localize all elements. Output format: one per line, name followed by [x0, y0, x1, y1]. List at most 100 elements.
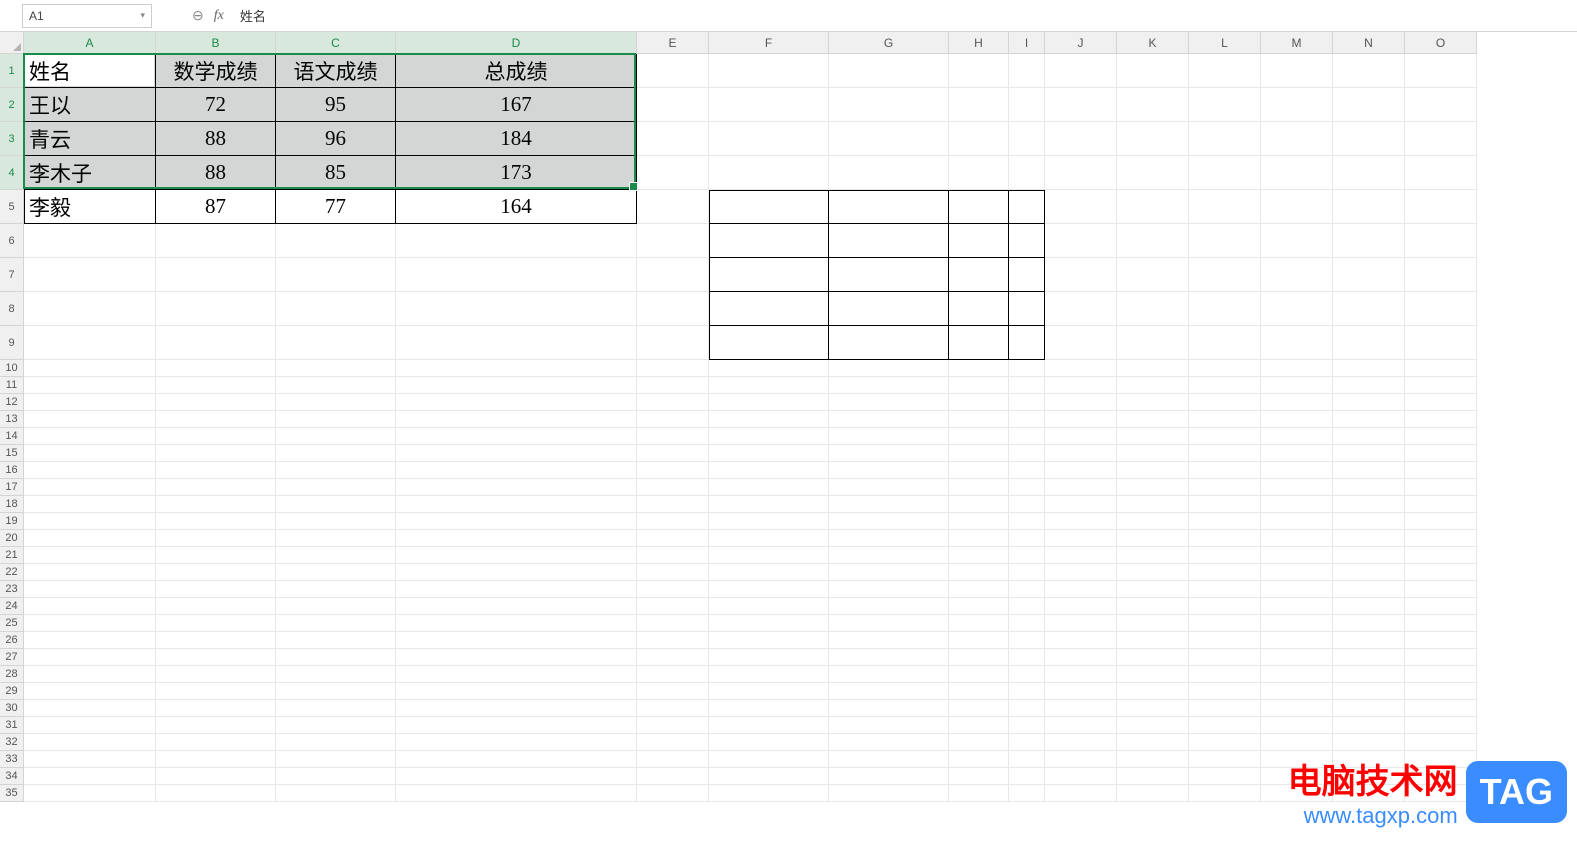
cell-K22[interactable]	[1117, 564, 1189, 581]
row-header-13[interactable]: 13	[0, 411, 24, 428]
cell-H18[interactable]	[949, 496, 1009, 513]
cell-A20[interactable]	[24, 530, 156, 547]
cell-G6[interactable]	[829, 224, 949, 258]
cell-B24[interactable]	[156, 598, 276, 615]
row-header-32[interactable]: 32	[0, 734, 24, 751]
cell-F1[interactable]	[709, 54, 829, 88]
cell-L28[interactable]	[1189, 666, 1261, 683]
cell-K4[interactable]	[1117, 156, 1189, 190]
cell-F27[interactable]	[709, 649, 829, 666]
cell-D33[interactable]	[396, 751, 637, 768]
cell-G1[interactable]	[829, 54, 949, 88]
cell-N32[interactable]	[1333, 734, 1405, 751]
cell-B1[interactable]: 数学成绩	[156, 54, 276, 88]
column-header-B[interactable]: B	[156, 32, 276, 54]
cell-A2[interactable]: 王以	[24, 88, 156, 122]
cell-B19[interactable]	[156, 513, 276, 530]
column-header-N[interactable]: N	[1333, 32, 1405, 54]
cell-D13[interactable]	[396, 411, 637, 428]
cell-H35[interactable]	[949, 785, 1009, 802]
cell-I9[interactable]	[1009, 326, 1045, 360]
cell-M10[interactable]	[1261, 360, 1333, 377]
cell-K8[interactable]	[1117, 292, 1189, 326]
cell-C5[interactable]: 77	[276, 190, 396, 224]
cell-K1[interactable]	[1117, 54, 1189, 88]
cell-F12[interactable]	[709, 394, 829, 411]
cell-F16[interactable]	[709, 462, 829, 479]
cell-J11[interactable]	[1045, 377, 1117, 394]
cell-K19[interactable]	[1117, 513, 1189, 530]
cell-F18[interactable]	[709, 496, 829, 513]
column-header-L[interactable]: L	[1189, 32, 1261, 54]
cell-B35[interactable]	[156, 785, 276, 802]
cell-H9[interactable]	[949, 326, 1009, 360]
cancel-icon[interactable]: ⊖	[192, 7, 204, 24]
name-box-dropdown-icon[interactable]: ▾	[140, 10, 145, 21]
cell-J24[interactable]	[1045, 598, 1117, 615]
cell-K10[interactable]	[1117, 360, 1189, 377]
cell-M16[interactable]	[1261, 462, 1333, 479]
cell-C8[interactable]	[276, 292, 396, 326]
cell-O23[interactable]	[1405, 581, 1477, 598]
cell-F8[interactable]	[709, 292, 829, 326]
cell-C28[interactable]	[276, 666, 396, 683]
cell-E23[interactable]	[637, 581, 709, 598]
cell-J33[interactable]	[1045, 751, 1117, 768]
cell-D22[interactable]	[396, 564, 637, 581]
cell-O8[interactable]	[1405, 292, 1477, 326]
cell-J20[interactable]	[1045, 530, 1117, 547]
cell-F2[interactable]	[709, 88, 829, 122]
cell-N4[interactable]	[1333, 156, 1405, 190]
grid[interactable]: ABCDEFGHIJKLMNO1姓名数学成绩语文成绩总成绩2王以72951673…	[0, 32, 1477, 857]
cell-O21[interactable]	[1405, 547, 1477, 564]
cell-O6[interactable]	[1405, 224, 1477, 258]
cell-D24[interactable]	[396, 598, 637, 615]
cell-L3[interactable]	[1189, 122, 1261, 156]
cell-C24[interactable]	[276, 598, 396, 615]
cell-B33[interactable]	[156, 751, 276, 768]
cell-M8[interactable]	[1261, 292, 1333, 326]
cell-O7[interactable]	[1405, 258, 1477, 292]
cell-L11[interactable]	[1189, 377, 1261, 394]
cell-O5[interactable]	[1405, 190, 1477, 224]
cell-C11[interactable]	[276, 377, 396, 394]
cell-E20[interactable]	[637, 530, 709, 547]
cell-F14[interactable]	[709, 428, 829, 445]
cell-C21[interactable]	[276, 547, 396, 564]
cell-C10[interactable]	[276, 360, 396, 377]
cell-E21[interactable]	[637, 547, 709, 564]
cell-K18[interactable]	[1117, 496, 1189, 513]
cell-M14[interactable]	[1261, 428, 1333, 445]
cell-L27[interactable]	[1189, 649, 1261, 666]
cell-K6[interactable]	[1117, 224, 1189, 258]
row-header-18[interactable]: 18	[0, 496, 24, 513]
cell-B15[interactable]	[156, 445, 276, 462]
cell-B28[interactable]	[156, 666, 276, 683]
cell-L18[interactable]	[1189, 496, 1261, 513]
cell-C34[interactable]	[276, 768, 396, 785]
cell-J28[interactable]	[1045, 666, 1117, 683]
cell-B6[interactable]	[156, 224, 276, 258]
cell-D21[interactable]	[396, 547, 637, 564]
cell-O20[interactable]	[1405, 530, 1477, 547]
cell-E11[interactable]	[637, 377, 709, 394]
cell-G9[interactable]	[829, 326, 949, 360]
cell-C32[interactable]	[276, 734, 396, 751]
cell-J18[interactable]	[1045, 496, 1117, 513]
cell-E9[interactable]	[637, 326, 709, 360]
cell-E17[interactable]	[637, 479, 709, 496]
cell-H27[interactable]	[949, 649, 1009, 666]
cell-L4[interactable]	[1189, 156, 1261, 190]
cell-I4[interactable]	[1009, 156, 1045, 190]
cell-L15[interactable]	[1189, 445, 1261, 462]
cell-K5[interactable]	[1117, 190, 1189, 224]
cell-G28[interactable]	[829, 666, 949, 683]
cell-B3[interactable]: 88	[156, 122, 276, 156]
cell-I8[interactable]	[1009, 292, 1045, 326]
cell-M20[interactable]	[1261, 530, 1333, 547]
cell-J10[interactable]	[1045, 360, 1117, 377]
cell-M9[interactable]	[1261, 326, 1333, 360]
cell-G20[interactable]	[829, 530, 949, 547]
cell-A30[interactable]	[24, 700, 156, 717]
row-header-34[interactable]: 34	[0, 768, 24, 785]
